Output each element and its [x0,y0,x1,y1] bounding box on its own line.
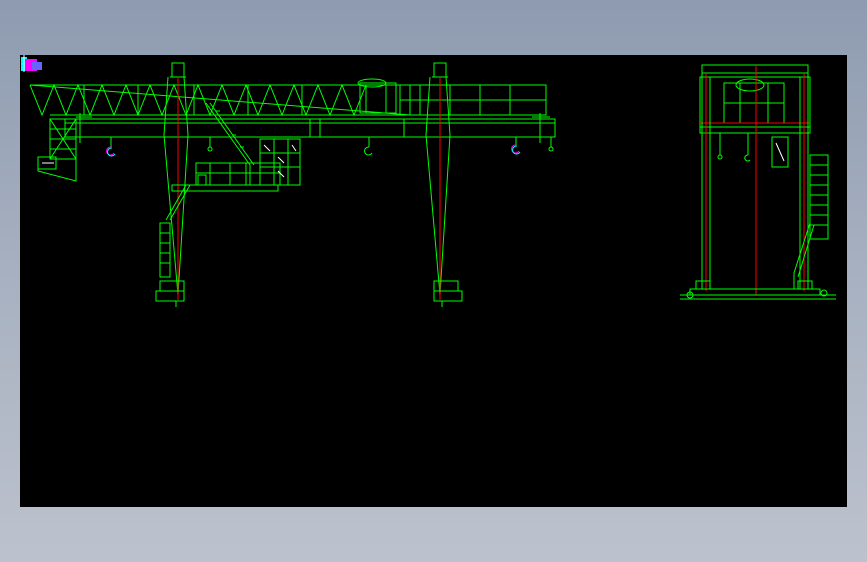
ucs-icon [21,55,42,72]
left-end-cab [37,118,77,182]
side-view [680,64,836,300]
cad-drawing [29,62,836,307]
cad-viewport[interactable] [20,55,847,507]
trolley [357,78,397,114]
hooks [106,137,554,157]
main-girder-truss [29,83,547,117]
front-view [29,62,556,307]
lower-girder [64,113,556,143]
